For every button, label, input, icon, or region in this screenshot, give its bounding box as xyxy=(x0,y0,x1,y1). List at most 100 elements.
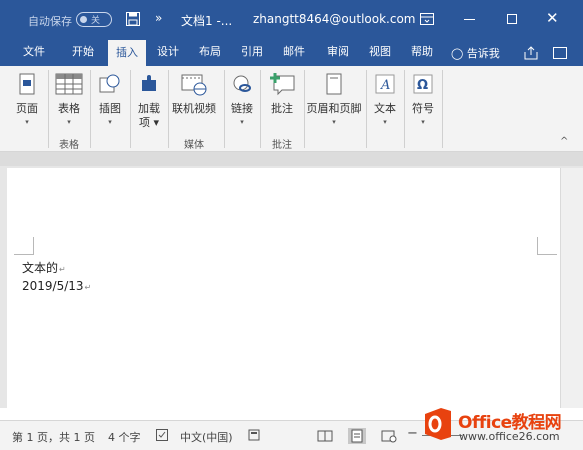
links-label: 链接 xyxy=(231,102,253,115)
word-count[interactable]: 4 个字 xyxy=(108,429,141,445)
tab-view[interactable]: 视图 xyxy=(362,40,398,66)
symbols-button[interactable]: Ω 符号 ▾ xyxy=(406,66,440,136)
text-icon: A xyxy=(375,74,395,94)
svg-text:Ω: Ω xyxy=(417,78,428,93)
maximize-button[interactable] xyxy=(507,14,517,24)
table-button[interactable]: 表格 ▾ xyxy=(50,66,88,136)
header-footer-label: 页眉和页脚 xyxy=(306,102,362,115)
tell-me-search[interactable]: ◯ 告诉我 xyxy=(451,45,500,61)
tab-help[interactable]: 帮助 xyxy=(404,40,440,66)
symbols-dropdown-icon: ▾ xyxy=(421,118,425,126)
autosave-state: 关 xyxy=(91,16,101,26)
header-footer-icon xyxy=(326,73,342,95)
text-dropdown-icon: ▾ xyxy=(383,118,387,126)
tab-file[interactable]: 文件 xyxy=(14,40,54,66)
pages-label: 页面 xyxy=(16,102,38,115)
crop-mark-left xyxy=(14,237,34,255)
watermark: Office教程网 www.office26.com xyxy=(421,404,583,450)
title-bar: 自动保存 关 » 文档1 -... zhangtt8464@outlook.co… xyxy=(0,0,583,40)
tab-home[interactable]: 开始 xyxy=(62,40,104,66)
autosave-label: 自动保存 xyxy=(28,15,72,28)
tell-me-label: 告诉我 xyxy=(466,47,500,60)
paragraph-mark: ↵ xyxy=(84,283,92,292)
illustrations-label: 插图 xyxy=(99,102,121,115)
quick-access-more-icon[interactable]: » xyxy=(155,11,162,25)
ruler-strip xyxy=(0,152,583,166)
autosave-toggle[interactable]: 关 xyxy=(76,12,112,27)
group-media: 媒体 xyxy=(184,140,204,151)
table-label: 表格 xyxy=(58,102,80,115)
illustrations-button[interactable]: 插图 ▾ xyxy=(92,66,128,136)
page-icon xyxy=(19,73,35,95)
doc-line-2[interactable]: 2019/5/13↵ xyxy=(22,279,91,293)
language-indicator[interactable]: 中文(中国) xyxy=(180,429,233,445)
close-button[interactable]: ✕ xyxy=(546,11,559,26)
online-video-button[interactable]: 联机视频 xyxy=(168,66,220,136)
doc-line-2-text: 2019/5/13 xyxy=(22,279,84,293)
symbols-label: 符号 xyxy=(412,102,434,115)
page-count[interactable]: 第 1 页，共 1 页 xyxy=(12,429,95,445)
addin-icon xyxy=(142,75,156,91)
macro-record-icon[interactable] xyxy=(248,429,260,441)
links-button[interactable]: 链接 ▾ xyxy=(226,66,258,136)
divider xyxy=(48,70,49,148)
tab-mailings[interactable]: 邮件 xyxy=(276,40,312,66)
text-button[interactable]: A 文本 ▾ xyxy=(368,66,402,136)
doc-line-1[interactable]: 文本的↵ xyxy=(22,259,66,276)
watermark-url: www.office26.com xyxy=(459,430,560,443)
online-video-icon xyxy=(181,74,207,96)
tab-references[interactable]: 引用 xyxy=(234,40,270,66)
comment-label: 批注 xyxy=(271,102,293,115)
web-layout-icon[interactable] xyxy=(380,428,398,444)
document-title: 文档1 -... xyxy=(181,14,233,28)
comment-icon xyxy=(270,73,295,96)
divider xyxy=(366,70,367,148)
ribbon-tabs: 文件 开始 插入 设计 布局 引用 邮件 审阅 视图 帮助 ◯ 告诉我 xyxy=(0,40,583,66)
account-name[interactable]: zhangtt8464@outlook.com xyxy=(253,12,416,26)
illustration-icon xyxy=(99,74,120,93)
addins-button[interactable]: 加载 项 ▾ xyxy=(132,66,166,136)
print-layout-icon[interactable] xyxy=(348,428,366,444)
header-footer-dropdown-icon: ▾ xyxy=(332,118,336,126)
online-video-label: 联机视频 xyxy=(172,102,216,115)
zoom-out-button[interactable]: − xyxy=(407,426,418,441)
toggle-knob xyxy=(80,16,87,23)
share-icon[interactable] xyxy=(524,46,538,60)
crop-mark-right xyxy=(537,237,557,255)
table-icon xyxy=(55,73,83,95)
divider xyxy=(90,70,91,148)
addins-label-line2: 项 ▾ xyxy=(138,116,160,129)
tab-layout[interactable]: 布局 xyxy=(192,40,228,66)
tab-review[interactable]: 审阅 xyxy=(320,40,356,66)
minimize-button[interactable] xyxy=(464,19,475,20)
collapse-ribbon-icon[interactable]: ^ xyxy=(560,136,568,147)
group-table: 表格 xyxy=(59,140,79,151)
divider xyxy=(224,70,225,148)
ribbon-display-options-icon[interactable] xyxy=(420,13,434,25)
vertical-scrollbar[interactable] xyxy=(560,168,583,408)
link-icon xyxy=(233,75,251,92)
header-footer-button[interactable]: 页眉和页脚 ▾ xyxy=(304,66,364,136)
comment-button[interactable]: 批注 xyxy=(262,66,302,136)
pages-dropdown-icon: ▾ xyxy=(25,118,29,126)
group-comment: 批注 xyxy=(272,140,292,151)
doc-line-1-text: 文本的 xyxy=(22,261,59,275)
proofing-icon[interactable] xyxy=(156,429,168,441)
divider xyxy=(442,70,443,148)
divider xyxy=(404,70,405,148)
paragraph-mark: ↵ xyxy=(59,265,66,274)
tab-design[interactable]: 设计 xyxy=(150,40,186,66)
pages-button[interactable]: 页面 ▾ xyxy=(8,66,46,136)
document-page[interactable]: 文本的↵ 2019/5/13↵ xyxy=(7,168,560,408)
ribbon-insert: 页面 ▾ 表格 ▾ 插图 ▾ 加载 项 ▾ 联机视频 媒体 链接 ▾ 批注 批注… xyxy=(0,66,583,152)
divider xyxy=(260,70,261,148)
comments-icon[interactable] xyxy=(553,47,567,59)
svg-text:A: A xyxy=(380,78,390,93)
tab-insert[interactable]: 插入 xyxy=(108,40,146,66)
symbol-icon: Ω xyxy=(413,74,433,94)
save-icon[interactable] xyxy=(126,12,140,26)
divider xyxy=(130,70,131,148)
table-dropdown-icon: ▾ xyxy=(67,118,71,126)
read-mode-icon[interactable] xyxy=(316,428,334,444)
lightbulb-icon: ◯ xyxy=(451,47,464,60)
